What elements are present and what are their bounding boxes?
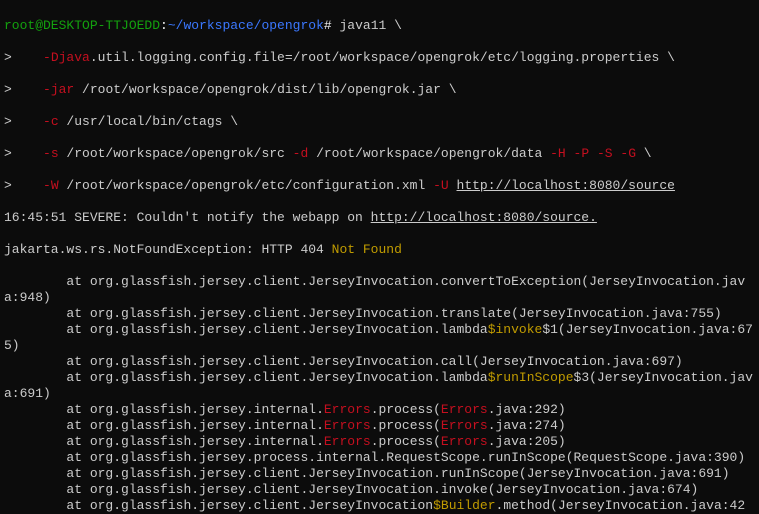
- errors-token: Errors: [324, 434, 371, 449]
- stack-trace-line: at org.glassfish.jersey.internal.Errors.…: [4, 434, 755, 450]
- user-host: root@DESKTOP-TTJOEDD: [4, 18, 160, 33]
- errors-token: Errors: [441, 402, 488, 417]
- stack-trace-line: at org.glassfish.jersey.client.JerseyInv…: [4, 322, 755, 354]
- flag-h: -H: [550, 146, 566, 161]
- flag-p: -P: [574, 146, 590, 161]
- terminal-output[interactable]: root@DESKTOP-TTJOEDD:~/workspace/opengro…: [0, 0, 759, 514]
- inner-class-token: $runInScope: [488, 370, 574, 385]
- flag-u: -U: [433, 178, 449, 193]
- errors-token: Errors: [324, 402, 371, 417]
- stack-trace-line: at org.glassfish.jersey.process.internal…: [4, 450, 755, 466]
- stack-trace-line: at org.glassfish.jersey.internal.Errors.…: [4, 402, 755, 418]
- stack-trace-line: at org.glassfish.jersey.client.JerseyInv…: [4, 498, 755, 514]
- cmd-continuation: > -jar /root/workspace/opengrok/dist/lib…: [4, 82, 755, 98]
- inner-class-token: $Builder: [433, 498, 495, 513]
- url-link[interactable]: http://localhost:8080/source: [457, 178, 675, 193]
- inner-class-token: $invoke: [488, 322, 543, 337]
- prompt-line: root@DESKTOP-TTJOEDD:~/workspace/opengro…: [4, 18, 755, 34]
- flag-d: -d: [293, 146, 309, 161]
- flag-w: -W: [43, 178, 59, 193]
- severe-line: 16:45:51 SEVERE: Couldn't notify the web…: [4, 210, 755, 226]
- cmd-continuation: > -c /usr/local/bin/ctags \: [4, 114, 755, 130]
- cmd-continuation: > -W /root/workspace/opengrok/etc/config…: [4, 178, 755, 194]
- stack-trace-line: at org.glassfish.jersey.client.JerseyInv…: [4, 354, 755, 370]
- stack-trace-line: at org.glassfish.jersey.internal.Errors.…: [4, 418, 755, 434]
- flag-s: -s: [43, 146, 59, 161]
- flag-jar: -jar: [43, 82, 74, 97]
- stack-trace-line: at org.glassfish.jersey.client.JerseyInv…: [4, 482, 755, 498]
- flag-g: -G: [620, 146, 636, 161]
- url-link[interactable]: http://localhost:8080/source.: [371, 210, 597, 225]
- stack-trace-line: at org.glassfish.jersey.client.JerseyInv…: [4, 370, 755, 402]
- errors-token: Errors: [324, 418, 371, 433]
- exception-line: jakarta.ws.rs.NotFoundException: HTTP 40…: [4, 242, 755, 258]
- errors-token: Errors: [441, 434, 488, 449]
- not-found-text: Not Found: [332, 242, 402, 257]
- flag-c: -c: [43, 114, 59, 129]
- stack-trace-line: at org.glassfish.jersey.client.JerseyInv…: [4, 274, 755, 306]
- cwd-path: ~/workspace/opengrok: [168, 18, 324, 33]
- cmd-continuation: > -s /root/workspace/opengrok/src -d /ro…: [4, 146, 755, 162]
- stack-trace-line: at org.glassfish.jersey.client.JerseyInv…: [4, 466, 755, 482]
- flag-djava: -Djava: [43, 50, 90, 65]
- cmd-continuation: > -Djava.util.logging.config.file=/root/…: [4, 50, 755, 66]
- stack-trace-line: at org.glassfish.jersey.client.JerseyInv…: [4, 306, 755, 322]
- flag-s2: -S: [597, 146, 613, 161]
- errors-token: Errors: [441, 418, 488, 433]
- command-text: java11 \: [332, 18, 402, 33]
